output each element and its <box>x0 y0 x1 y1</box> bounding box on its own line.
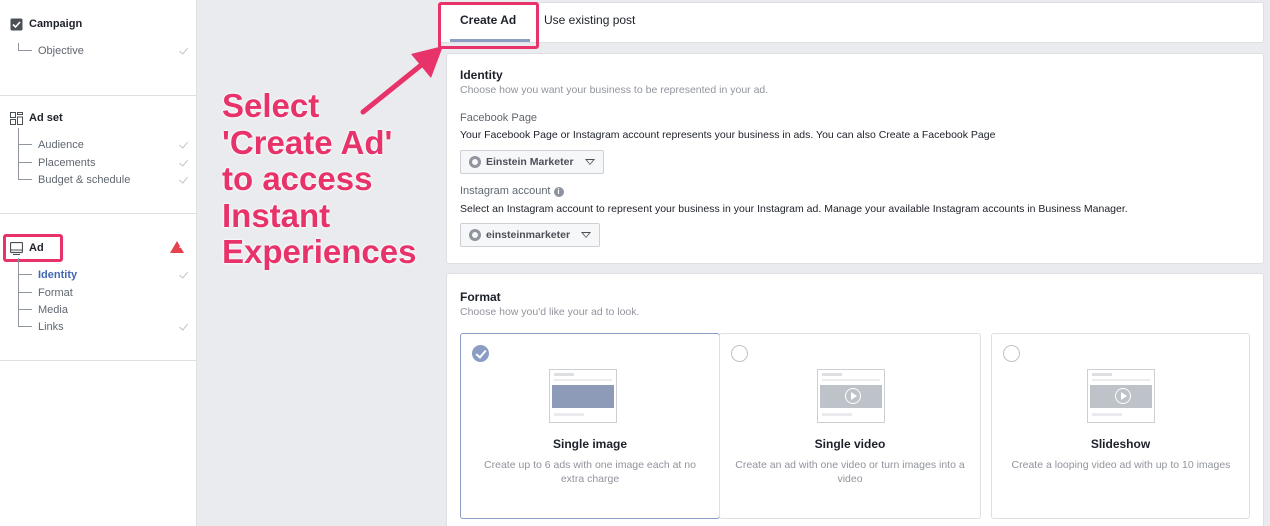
format-option-title: Slideshow <box>1090 437 1151 451</box>
instagram-account-label: Instagram account <box>460 185 551 197</box>
instagram-account-label-row: Instagram account i <box>460 185 564 197</box>
campaign-checkbox-icon <box>10 18 23 31</box>
sidebar-item-label: Identity <box>38 269 78 281</box>
chevron-down-icon <box>584 159 595 165</box>
sidebar-item-budget-schedule[interactable]: Budget & schedule <box>18 172 188 188</box>
format-option-description: Create an ad with one video or turn imag… <box>735 459 965 485</box>
check-icon <box>178 175 188 185</box>
sidebar-divider <box>0 95 196 96</box>
format-title: Format <box>460 290 501 304</box>
instagram-account-value: einsteinmarketer <box>486 229 571 241</box>
sidebar-campaign-title: Campaign <box>29 18 83 30</box>
format-option-title: Single video <box>814 437 886 451</box>
facebook-page-select[interactable]: Einstein Marketer <box>460 150 604 174</box>
slideshow-preview-icon <box>1087 369 1155 423</box>
single-image-preview-icon <box>549 369 617 423</box>
sidebar-item-objective[interactable]: Objective <box>18 43 188 59</box>
sidebar-item-audience[interactable]: Audience <box>18 137 188 153</box>
format-section: Format Choose how you'd like your ad to … <box>446 273 1264 526</box>
sidebar-item-label: Budget & schedule <box>38 174 131 186</box>
sidebar-campaign-header[interactable]: Campaign <box>10 16 82 32</box>
facebook-page-value: Einstein Marketer <box>486 156 574 168</box>
ad-source-tabs: Create Ad Use existing post <box>438 2 1264 43</box>
play-icon <box>845 388 861 404</box>
ad-section-highlight <box>3 234 63 262</box>
account-avatar-icon <box>469 229 481 241</box>
sidebar-divider <box>0 360 196 361</box>
chevron-down-icon <box>581 232 592 238</box>
radio-checked-icon[interactable] <box>472 345 489 362</box>
page-avatar-icon <box>469 156 481 168</box>
sidebar-item-media[interactable]: Media <box>18 302 188 318</box>
sidebar-item-format[interactable]: Format <box>18 285 188 301</box>
annotation-arrow <box>360 46 443 115</box>
sidebar-item-label: Links <box>38 321 64 333</box>
identity-title: Identity <box>460 68 503 82</box>
single-video-preview-icon <box>817 369 885 423</box>
play-icon <box>1115 388 1131 404</box>
sidebar-item-identity[interactable]: Identity <box>18 267 188 283</box>
create-ad-highlight <box>438 2 539 49</box>
format-description: Choose how you'd like your ad to look. <box>460 306 640 318</box>
format-option-description: Create a looping video ad with up to 10 … <box>1011 459 1231 471</box>
identity-section: Identity Choose how you want your busine… <box>446 53 1264 264</box>
adset-grid-icon <box>10 111 23 125</box>
identity-description: Choose how you want your business to be … <box>460 84 769 96</box>
instagram-account-help: Select an Instagram account to represent… <box>460 203 1128 215</box>
format-option-single-video[interactable]: Single video Create an ad with one video… <box>719 333 981 519</box>
sidebar-item-label: Media <box>38 304 68 316</box>
editor-sidebar: Campaign Objective Ad set Audience Place… <box>0 0 197 526</box>
check-icon <box>178 46 188 56</box>
sidebar-item-placements[interactable]: Placements <box>18 155 188 171</box>
facebook-page-label: Facebook Page <box>460 112 538 124</box>
format-option-description: Create up to 6 ads with one image each a… <box>484 459 696 485</box>
warning-mark: ! <box>178 241 182 250</box>
radio-unchecked-icon[interactable] <box>731 345 748 362</box>
sidebar-item-label: Format <box>38 287 73 299</box>
radio-unchecked-icon[interactable] <box>1003 345 1020 362</box>
format-option-single-image[interactable]: Single image Create up to 6 ads with one… <box>460 333 720 519</box>
check-icon <box>178 140 188 150</box>
sidebar-adset-title: Ad set <box>29 112 63 124</box>
annotation-line: Experiences <box>222 233 417 270</box>
sidebar-item-label: Audience <box>38 139 84 151</box>
sidebar-item-label: Placements <box>38 157 96 169</box>
format-option-slideshow[interactable]: Slideshow Create a looping video ad with… <box>991 333 1250 519</box>
check-icon <box>178 322 188 332</box>
annotation-line: Instant <box>222 196 331 234</box>
sidebar-divider <box>0 213 196 214</box>
format-option-title: Single image <box>552 437 628 451</box>
sidebar-item-label: Objective <box>38 45 84 57</box>
instagram-account-select[interactable]: einsteinmarketer <box>460 223 601 247</box>
tab-use-existing-post[interactable]: Use existing post <box>544 13 635 27</box>
facebook-page-help: Your Facebook Page or Instagram account … <box>460 129 996 141</box>
sidebar-adset-header[interactable]: Ad set <box>10 110 63 126</box>
check-icon <box>178 158 188 168</box>
annotation-line: to access <box>222 160 373 197</box>
sidebar-item-links[interactable]: Links <box>18 319 188 335</box>
annotation-line: 'Create Ad' <box>222 123 393 161</box>
check-icon <box>178 270 188 280</box>
info-icon[interactable]: i <box>553 187 564 197</box>
